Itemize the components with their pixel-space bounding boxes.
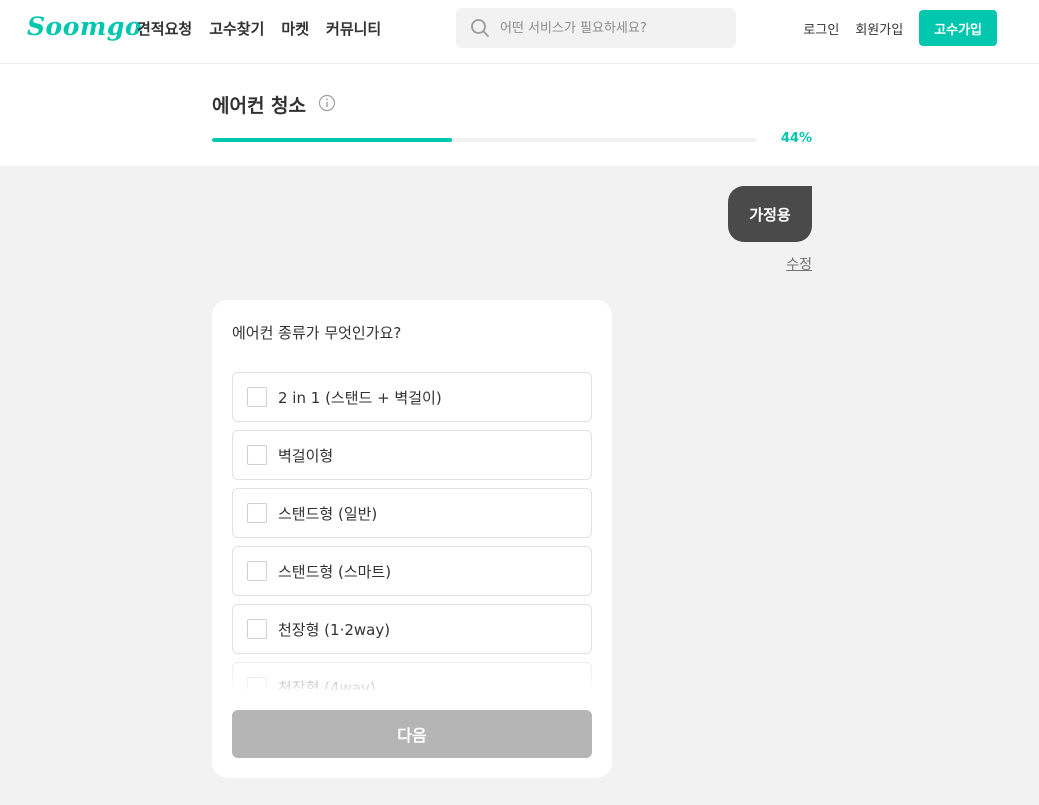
- top-header: Soomgo 견적요청 고수찾기 마켓 커뮤니티 로그인 회원가입 고수가입: [0, 0, 1039, 64]
- option-item[interactable]: 스탠드형 (스마트): [232, 546, 592, 596]
- option-item[interactable]: 2 in 1 (스탠드 + 벽걸이): [232, 372, 592, 422]
- search-icon[interactable]: [470, 18, 490, 38]
- option-label: 천장형 (1·2way): [278, 620, 391, 639]
- nav-item-request-quote[interactable]: 견적요청: [137, 18, 192, 40]
- option-label: 스탠드형 (일반): [278, 504, 378, 523]
- nav-item-find-pros[interactable]: 고수찾기: [209, 18, 264, 40]
- checkbox[interactable]: [247, 561, 267, 581]
- progress-percent: 44%: [780, 131, 812, 146]
- checkbox[interactable]: [247, 387, 267, 407]
- nav-item-market[interactable]: 마켓: [281, 18, 309, 40]
- checkbox[interactable]: [247, 619, 267, 639]
- option-item[interactable]: 천장형 (4way): [232, 662, 592, 690]
- progress-bar: [212, 138, 757, 142]
- soomgo-logo[interactable]: Soomgo: [27, 12, 142, 41]
- answer-bubble: 가정용: [728, 186, 812, 242]
- checkbox[interactable]: [247, 677, 267, 690]
- pro-signup-button[interactable]: 고수가입: [919, 10, 997, 46]
- edit-answer-link[interactable]: 수정: [760, 254, 812, 274]
- option-label: 벽걸이형: [278, 446, 334, 465]
- checkbox[interactable]: [247, 445, 267, 465]
- option-item[interactable]: 천장형 (1·2way): [232, 604, 592, 654]
- nav-item-community[interactable]: 커뮤니티: [326, 18, 381, 40]
- signup-link[interactable]: 회원가입: [855, 19, 903, 38]
- progress-bar-fill: [212, 138, 452, 142]
- option-label: 천장형 (4way): [278, 678, 376, 691]
- options-list[interactable]: 2 in 1 (스탠드 + 벽걸이) 벽걸이형 스탠드형 (일반) 스탠드형 (…: [232, 372, 592, 690]
- header-actions: 로그인 회원가입 고수가입: [803, 10, 997, 46]
- option-label: 2 in 1 (스탠드 + 벽걸이): [278, 388, 442, 407]
- question-text: 에어컨 종류가 무엇인가요?: [232, 324, 402, 342]
- option-item[interactable]: 스탠드형 (일반): [232, 488, 592, 538]
- info-icon[interactable]: [318, 94, 336, 112]
- checkbox[interactable]: [247, 503, 267, 523]
- request-header: 에어컨 청소 44%: [0, 64, 1039, 166]
- search-input[interactable]: [500, 20, 720, 36]
- page-title: 에어컨 청소: [212, 95, 307, 117]
- login-link[interactable]: 로그인: [803, 19, 839, 38]
- option-label: 스탠드형 (스마트): [278, 562, 392, 581]
- option-item[interactable]: 벽걸이형: [232, 430, 592, 480]
- main-nav: 견적요청 고수찾기 마켓 커뮤니티: [137, 18, 381, 40]
- search-box: [456, 8, 736, 48]
- next-button[interactable]: 다음: [232, 710, 592, 758]
- question-card: 에어컨 종류가 무엇인가요? 2 in 1 (스탠드 + 벽걸이) 벽걸이형 스…: [212, 300, 612, 778]
